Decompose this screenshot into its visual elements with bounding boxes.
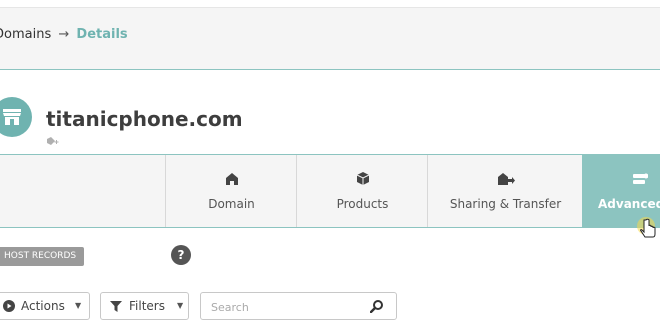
chevron-down-icon: ▼ xyxy=(177,301,184,310)
actions-label: Actions xyxy=(21,299,65,313)
filters-dropdown-button[interactable]: Filters ▼ xyxy=(100,292,189,320)
tab-products[interactable]: Products xyxy=(296,155,428,227)
search-input[interactable] xyxy=(209,297,363,317)
domain-header: titanicphone.com xyxy=(0,70,660,154)
breadcrumb: Domains → Details xyxy=(0,7,660,71)
tab-domain[interactable]: Domain xyxy=(165,155,297,227)
play-circle-icon xyxy=(3,300,15,312)
hand-cursor-icon xyxy=(636,206,658,250)
store-icon xyxy=(0,97,32,137)
tab-sharing-transfer-label: Sharing & Transfer xyxy=(449,197,562,211)
box-icon xyxy=(297,171,428,187)
tab-domain-label: Domain xyxy=(208,197,255,211)
search-box xyxy=(200,292,397,320)
filter-icon xyxy=(110,301,122,312)
breadcrumb-domains-link[interactable]: Domains xyxy=(0,27,51,42)
tab-bar: Domain Products Sharing & Transfer Advan… xyxy=(0,154,660,228)
tab-products-label: Products xyxy=(336,197,389,211)
host-records-label: HOST RECORDS xyxy=(0,247,85,266)
search-icon[interactable] xyxy=(370,299,384,313)
actions-dropdown-button[interactable]: Actions ▼ xyxy=(0,292,90,320)
domain-title: titanicphone.com xyxy=(46,107,243,131)
tab-sharing-transfer[interactable]: Sharing & Transfer xyxy=(427,155,583,227)
filters-label: Filters xyxy=(129,299,165,313)
add-tag-icon[interactable] xyxy=(47,137,59,149)
server-icon xyxy=(582,171,660,187)
share-house-icon xyxy=(428,171,583,187)
chevron-down-icon: ▼ xyxy=(75,301,82,310)
breadcrumb-separator: → xyxy=(58,27,70,42)
home-icon xyxy=(166,171,297,187)
breadcrumb-current: Details xyxy=(76,27,128,42)
help-button[interactable]: ? xyxy=(171,245,191,265)
